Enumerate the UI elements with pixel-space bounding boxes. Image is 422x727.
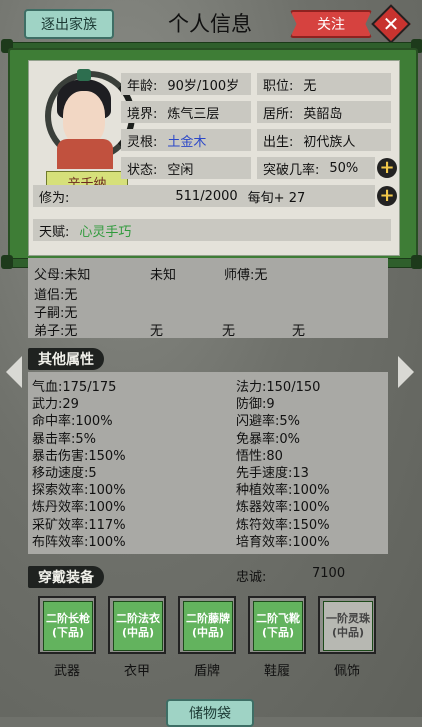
equipment-item: 二阶飞靴 (下品) <box>253 601 303 651</box>
equipment-slot-1[interactable]: 二阶法衣 (中品) <box>108 596 166 654</box>
breakthrough-plus-icon[interactable]: + <box>377 158 397 178</box>
breakthrough-cell: 突破几率: 50% <box>257 157 375 179</box>
attribute-right-0: 法力:150/150 <box>236 380 321 395</box>
top-bar: 逐出家族 个人信息 关注 ✕ <box>0 0 422 44</box>
attribute-right-5: 先手速度:13 <box>236 466 309 481</box>
residence-cell: 居所: 英韶岛 <box>257 101 391 123</box>
loyalty-label: 忠诚: <box>236 570 267 585</box>
parents-row: 父母:未知 未知 师傅:无 <box>34 268 268 283</box>
attribute-left-0: 气血:175/175 <box>32 380 117 395</box>
attribute-right-6: 种植效率:100% <box>236 483 330 499</box>
attribute-right-1: 防御:9 <box>236 397 275 413</box>
spouse-row: 道侣:无 <box>34 288 78 303</box>
realm-cell: 境界: 炼气三层 <box>121 101 251 123</box>
attribute-left-2: 命中率:100% <box>32 414 113 430</box>
prev-arrow-icon[interactable] <box>6 356 22 388</box>
equipment-slot-0[interactable]: 二阶长枪 (下品) <box>38 596 96 654</box>
attribute-left-3: 暴击率:5% <box>32 431 97 447</box>
equipment-item: 二阶长枪 (下品) <box>43 601 93 651</box>
loyalty-value: 7100 <box>312 566 346 581</box>
attribute-left-8: 采矿效率:117% <box>32 517 126 533</box>
attribute-left-6: 探索效率:100% <box>32 483 126 499</box>
attribute-left-7: 炼丹效率:100% <box>32 500 126 516</box>
equipment-slot-2[interactable]: 二阶藤牌 (中品) <box>178 596 236 654</box>
status-cell: 状态: 空闲 <box>121 157 251 179</box>
attribute-right-7: 炼器效率:100% <box>236 500 330 516</box>
equipment-item: 二阶法衣 (中品) <box>113 601 163 651</box>
equipment-item: 一阶灵珠 (中品) <box>323 601 373 651</box>
profile-panel: 辛千纳 年龄: 90岁/100岁 职位: 无 境界: 炼气三层 居所: 英韶岛 灵根: 土… <box>8 48 418 266</box>
heir-row: 子嗣:无 <box>34 306 78 321</box>
equipment-slot-label: 武器 <box>53 664 80 679</box>
spirit-root-cell: 灵根: 土金木 <box>121 129 251 151</box>
character-portrait[interactable] <box>39 69 135 169</box>
equipment-slot-label: 鞋履 <box>263 664 290 679</box>
disciple-row: 弟子:无 无 无 无 <box>34 324 306 339</box>
attribute-left-4: 暴击伤害:150% <box>32 448 126 464</box>
relations-box: 父母:未知 未知 师傅:无 道侣:无 子嗣:无 弟子:无 无 无 无 <box>28 258 388 339</box>
attribute-right-4: 悟性:80 <box>236 448 283 464</box>
talent-cell: 天赋: 心灵手巧 <box>33 219 391 241</box>
equipment-slot-label: 盾牌 <box>193 664 220 679</box>
attributes-box: 气血:175/175 武力:29 命中率:100% 暴击率:5% 暴击伤害:150% 移动… <box>28 372 388 554</box>
equipment-header: 穿戴装备 <box>28 566 104 588</box>
attribute-right-3: 免暴率:0% <box>236 431 301 447</box>
expel-from-clan-button[interactable]: 逐出家族 <box>24 9 114 39</box>
attribute-left-9: 布阵效率:100% <box>32 534 126 550</box>
attribute-right-2: 闪避率:5% <box>236 414 301 430</box>
storage-bag-button[interactable]: 储物袋 <box>166 699 254 727</box>
close-icon: ✕ <box>382 12 400 36</box>
attribute-left-1: 武力:29 <box>32 397 79 413</box>
other-attributes-header: 其他属性 <box>28 348 104 370</box>
birth-cell: 出生: 初代族人 <box>257 129 391 151</box>
equipment-slot-label: 佩饰 <box>333 664 360 679</box>
cultivation-plus-icon[interactable]: + <box>377 186 397 206</box>
age-cell: 年龄: 90岁/100岁 <box>121 73 251 95</box>
profile-card: 辛千纳 年龄: 90岁/100岁 职位: 无 境界: 炼气三层 居所: 英韶岛 灵根: 土… <box>28 60 400 256</box>
attribute-right-9: 培育效率:100% <box>236 534 330 550</box>
close-button[interactable]: ✕ <box>371 4 411 44</box>
attribute-right-8: 炼符效率:150% <box>236 517 330 533</box>
equipment-slot-label: 衣甲 <box>123 664 150 679</box>
equipment-slot-3[interactable]: 二阶飞靴 (下品) <box>248 596 306 654</box>
attribute-left-5: 移动速度:5 <box>32 466 97 481</box>
follow-button[interactable]: 关注 <box>290 10 372 38</box>
equipment-item: 二阶藤牌 (中品) <box>183 601 233 651</box>
cultivation-cell: 修为: 511/2000 每旬+ 27 <box>33 185 375 207</box>
position-cell: 职位: 无 <box>257 73 391 95</box>
equipment-slot-4[interactable]: 一阶灵珠 (中品) <box>318 596 376 654</box>
page-title: 个人信息 <box>168 12 252 36</box>
next-arrow-icon[interactable] <box>398 356 414 388</box>
